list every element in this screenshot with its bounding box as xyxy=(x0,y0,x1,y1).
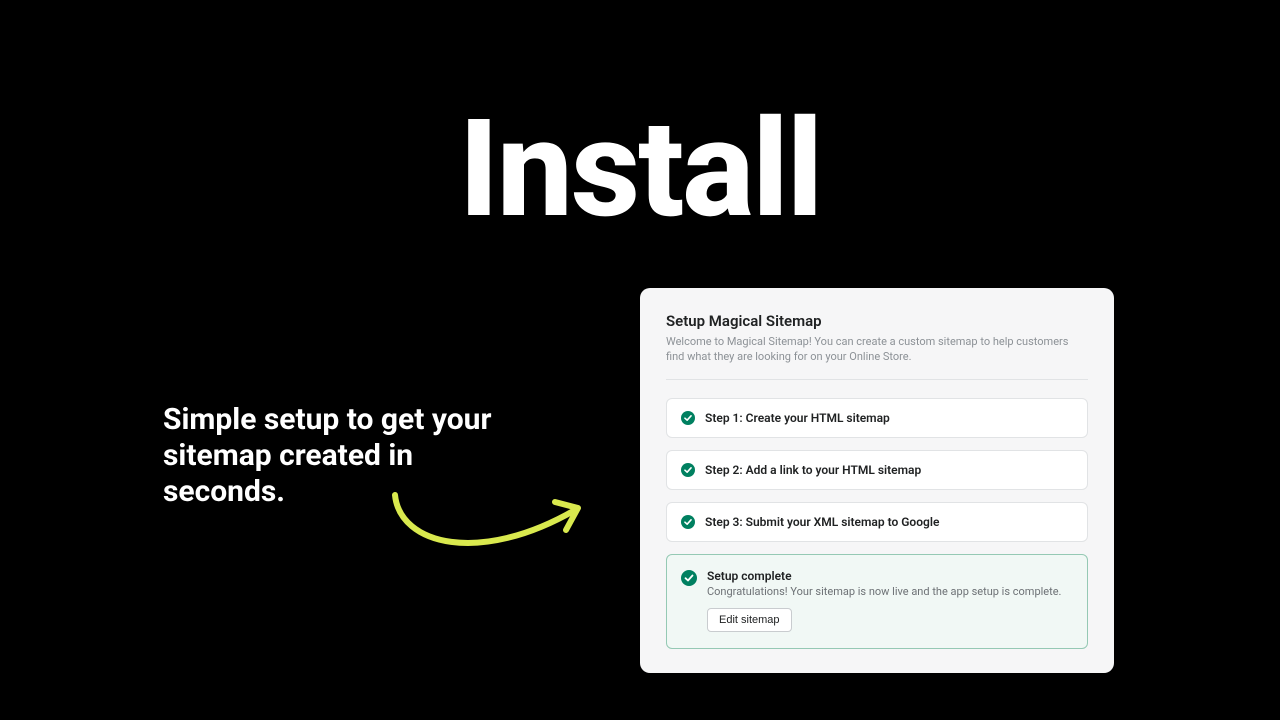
check-circle-icon xyxy=(681,411,695,425)
setup-step-1[interactable]: Step 1: Create your HTML sitemap xyxy=(666,398,1088,438)
setup-card: Setup Magical Sitemap Welcome to Magical… xyxy=(640,288,1114,673)
check-circle-icon xyxy=(681,515,695,529)
step-label: Step 3: Submit your XML sitemap to Googl… xyxy=(705,515,939,529)
divider xyxy=(666,379,1088,380)
hero-title: Install xyxy=(0,90,1280,248)
setup-step-2[interactable]: Step 2: Add a link to your HTML sitemap xyxy=(666,450,1088,490)
card-description: Welcome to Magical Sitemap! You can crea… xyxy=(666,334,1088,365)
step-label: Step 2: Add a link to your HTML sitemap xyxy=(705,463,921,477)
setup-step-3[interactable]: Step 3: Submit your XML sitemap to Googl… xyxy=(666,502,1088,542)
arrow-icon xyxy=(380,490,590,570)
setup-complete-box: Setup complete Congratulations! Your sit… xyxy=(666,554,1088,649)
edit-sitemap-button[interactable]: Edit sitemap xyxy=(707,608,792,632)
complete-description: Congratulations! Your sitemap is now liv… xyxy=(707,585,1073,598)
complete-title: Setup complete xyxy=(707,569,1073,583)
check-circle-icon xyxy=(681,570,697,586)
card-title: Setup Magical Sitemap xyxy=(666,312,1088,330)
check-circle-icon xyxy=(681,463,695,477)
step-label: Step 1: Create your HTML sitemap xyxy=(705,411,890,425)
